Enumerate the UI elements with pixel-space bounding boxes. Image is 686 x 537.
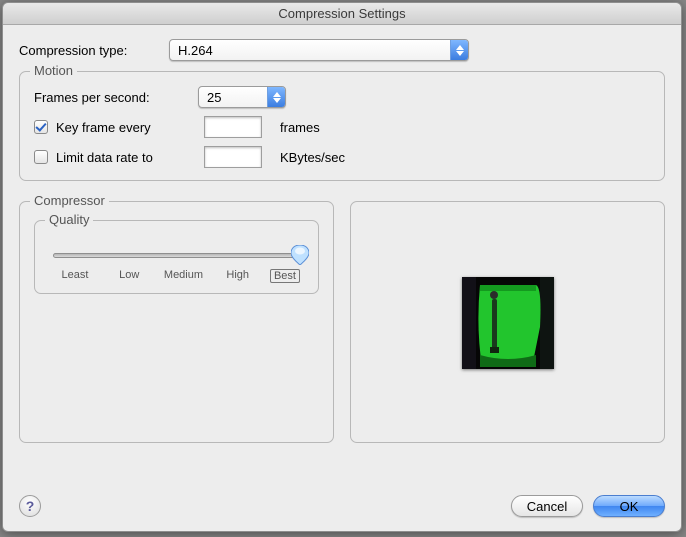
ok-button[interactable]: OK [593, 495, 665, 517]
preview-thumbnail [462, 277, 554, 369]
cancel-button[interactable]: Cancel [511, 495, 583, 517]
motion-legend: Motion [30, 63, 77, 78]
compression-type-popup[interactable]: H.264 [169, 39, 469, 61]
limit-label: Limit data rate to [56, 150, 196, 165]
keyframe-input[interactable] [204, 116, 262, 138]
limit-unit: KBytes/sec [280, 150, 345, 165]
keyframe-unit: frames [280, 120, 320, 135]
tick-best: Best [270, 269, 300, 283]
compression-type-label: Compression type: [19, 43, 169, 58]
keyframe-checkbox[interactable] [34, 120, 48, 134]
dialog-window: Compression Settings Compression type: H… [2, 2, 682, 532]
compression-type-row: Compression type: H.264 [19, 39, 665, 61]
compression-type-value: H.264 [170, 43, 450, 58]
slider-thumb[interactable] [291, 245, 309, 265]
help-button[interactable]: ? [19, 495, 41, 517]
lower-columns: Compressor Quality Least [19, 193, 665, 455]
quality-slider[interactable]: Least Low Medium High Best [53, 247, 300, 281]
fps-label: Frames per second: [34, 90, 190, 105]
limit-input[interactable] [204, 146, 262, 168]
tick-least: Least [53, 269, 97, 283]
slider-ticks: Least Low Medium High Best [53, 269, 300, 283]
tick-medium: Medium [161, 269, 205, 283]
updown-arrows-icon [450, 40, 468, 60]
window-title: Compression Settings [3, 3, 681, 25]
compressor-legend: Compressor [30, 193, 109, 208]
updown-arrows-icon [267, 87, 285, 107]
slider-track [53, 253, 300, 258]
tick-low: Low [107, 269, 151, 283]
quality-legend: Quality [45, 212, 93, 227]
keyframe-row: Key frame every frames [34, 116, 650, 138]
limit-row: Limit data rate to KBytes/sec [34, 146, 650, 168]
compressor-group: Compressor Quality Least [19, 201, 334, 443]
dialog-content: Compression type: H.264 Motion Frames pe… [3, 25, 681, 493]
dialog-footer: ? Cancel OK [3, 493, 681, 531]
limit-checkbox[interactable] [34, 150, 48, 164]
fps-row: Frames per second: 25 [34, 86, 650, 108]
fps-value: 25 [199, 90, 267, 105]
fps-popup[interactable]: 25 [198, 86, 286, 108]
motion-group: Motion Frames per second: 25 Key frame e… [19, 71, 665, 181]
quality-group: Quality Least Low Medium [34, 220, 319, 294]
keyframe-label: Key frame every [56, 120, 196, 135]
tick-high: High [216, 269, 260, 283]
preview-group [350, 201, 665, 443]
